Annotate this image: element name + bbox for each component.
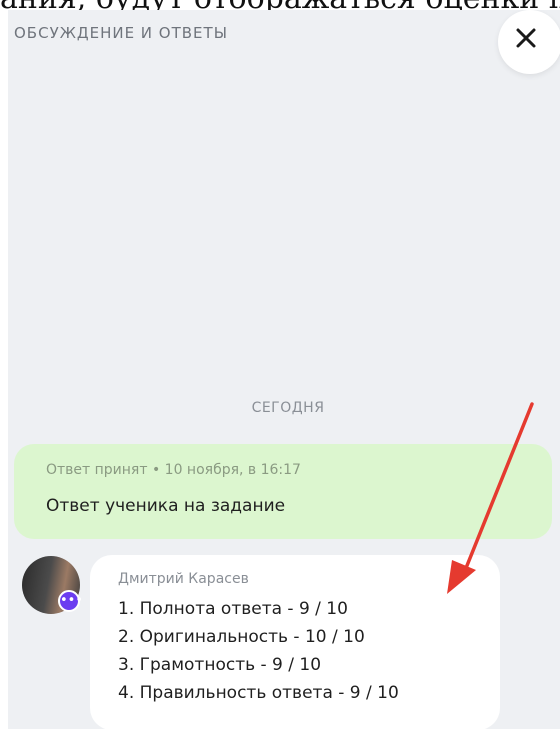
discussion-panel: ОБСУЖДЕНИЕ И ОТВЕТЫ СЕГОДНЯ Ответ принят… — [8, 10, 560, 729]
close-button[interactable] — [498, 10, 560, 74]
close-icon — [516, 28, 536, 48]
grade-line: 2. Оригинальность - 10 / 10 — [118, 627, 365, 647]
grade-line: 1. Полнота ответа - 9 / 10 — [118, 599, 348, 619]
grade-line: 4. Правильность ответа - 9 / 10 — [118, 683, 399, 703]
accepted-message-text: Ответ ученика на задание — [46, 496, 286, 516]
accepted-answer-message[interactable]: Ответ принят • 10 ноября, в 16:17 Ответ … — [14, 444, 552, 539]
grade-message[interactable]: Дмитрий Карасев 1. Полнота ответа - 9 / … — [90, 555, 500, 729]
more-dots-icon[interactable]: ••• — [58, 590, 83, 612]
accepted-status: Ответ принят • 10 ноября, в 16:17 — [46, 462, 301, 478]
grade-line: 3. Грамотность - 9 / 10 — [118, 655, 322, 675]
grade-list: 1. Полнота ответа - 9 / 10 2. Оригинальн… — [118, 595, 399, 707]
panel-title: ОБСУЖДЕНИЕ И ОТВЕТЫ — [14, 24, 228, 42]
message-author: Дмитрий Карасев — [118, 571, 249, 587]
date-divider: СЕГОДНЯ — [251, 400, 325, 416]
